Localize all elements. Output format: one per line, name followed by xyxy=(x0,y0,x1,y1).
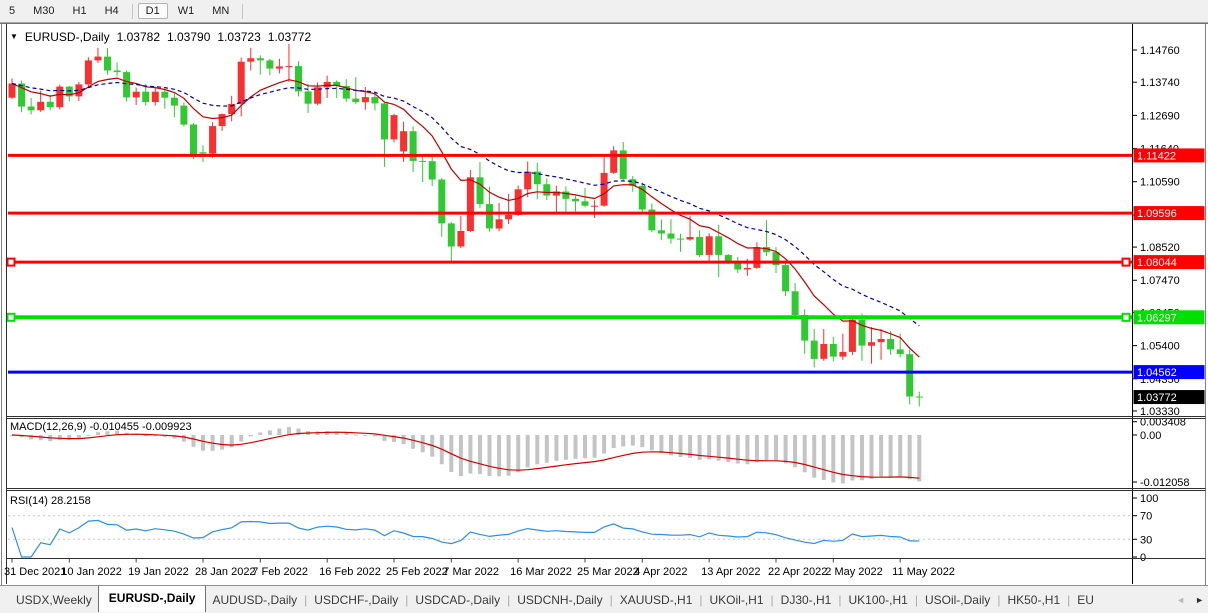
rsi-axis-label: 100 xyxy=(1140,493,1158,505)
date-axis-label: 10 Jan 2022 xyxy=(61,566,122,578)
date-axis-label: 13 Apr 2022 xyxy=(701,566,760,578)
chart-tab-usdx-weekly[interactable]: USDX,Weekly xyxy=(10,589,98,611)
chart-tab-usoil-daily[interactable]: USOil-,Daily xyxy=(919,589,996,611)
price-axis-label: 1.14760 xyxy=(1140,45,1180,57)
price-axis-label: 1.12690 xyxy=(1140,110,1180,122)
timeframe-button-D1[interactable]: D1 xyxy=(138,3,168,19)
date-axis-label: 16 Mar 2022 xyxy=(510,566,572,578)
price-axis-label: 1.07470 xyxy=(1140,275,1180,287)
date-axis-label: 7 Feb 2022 xyxy=(252,566,308,578)
date-axis-label: 2 May 2022 xyxy=(825,566,882,578)
chart-symbol-period: EURUSD-,Daily xyxy=(25,30,110,44)
price-axis-label: 1.10590 xyxy=(1140,177,1180,189)
rsi-axis-label: 30 xyxy=(1140,534,1152,546)
hline-handle[interactable] xyxy=(8,259,15,266)
timeframe-button-5[interactable]: 5 xyxy=(1,3,23,19)
macd-indicator-values: -0.010455 -0.009923 xyxy=(89,421,191,433)
date-axis-label: 19 Jan 2022 xyxy=(128,566,189,578)
axis-price-box-1.09596-text: 1.09596 xyxy=(1137,208,1177,220)
rsi-axis-label: 70 xyxy=(1140,511,1152,523)
price-axis-label: 1.13740 xyxy=(1140,77,1180,89)
date-axis-label: 25 Feb 2022 xyxy=(386,566,448,578)
rsi-indicator-name: RSI(14) xyxy=(10,495,48,507)
macd-pane-label: MACD(12,26,9) -0.010455 -0.009923 xyxy=(10,421,192,433)
chart-tab-usdcad-daily[interactable]: USDCAD-,Daily xyxy=(409,589,506,611)
price-axis-label: 1.05400 xyxy=(1140,341,1180,353)
chart-tab-audusd-daily[interactable]: AUDUSD-,Daily xyxy=(206,589,303,611)
chart-tab-ukoil-h1[interactable]: UKOil-,H1 xyxy=(704,589,770,611)
axis-price-box-1.06297-text: 1.06297 xyxy=(1137,312,1177,324)
chart-tab-uk100-h1[interactable]: UK100-,H1 xyxy=(842,589,913,611)
axis-price-box-1.11422-text: 1.11422 xyxy=(1137,150,1176,162)
timeframe-button-H4[interactable]: H4 xyxy=(97,3,127,19)
chart-tab-hk50-h1[interactable]: HK50-,H1 xyxy=(1001,589,1066,611)
chart-tab-usdchf-daily[interactable]: USDCHF-,Daily xyxy=(308,589,404,611)
chart-high-value: 1.03790 xyxy=(167,30,210,44)
chart-tab-xauusd-h1[interactable]: XAUUSD-,H1 xyxy=(614,589,699,611)
rsi-pane-label: RSI(14) 28.2158 xyxy=(10,495,91,507)
hline-handle[interactable] xyxy=(1123,314,1130,321)
chart-tab-bar: USDX,WeeklyEURUSD-,DailyAUDUSD-,Daily|US… xyxy=(0,585,1208,613)
date-axis-label: 4 Apr 2022 xyxy=(634,566,687,578)
macd-axis-label: 0.00 xyxy=(1140,430,1161,442)
date-axis-label: 16 Feb 2022 xyxy=(319,566,381,578)
chart-title: ▼ EURUSD-,Daily 1.03782 1.03790 1.03723 … xyxy=(10,30,311,44)
date-axis-label: 25 Mar 2022 xyxy=(577,566,639,578)
chart-tab-dj30-h1[interactable]: DJ30-,H1 xyxy=(775,589,838,611)
current-price-box-text: 1.03772 xyxy=(1137,392,1177,404)
rsi-indicator-value: 28.2158 xyxy=(51,495,91,507)
timeframe-button-M30[interactable]: M30 xyxy=(25,3,62,19)
date-axis-label: 22 Apr 2022 xyxy=(768,566,827,578)
chart-window: 1.147601.137401.126901.116401.105901.095… xyxy=(0,23,1208,585)
timeframe-toolbar: 5M30H1H4 D1W1MN xyxy=(0,0,1208,23)
tab-scroll-left-icon[interactable]: ◄ xyxy=(1176,595,1185,605)
tab-scroll-arrows: ◄ ► xyxy=(1170,586,1204,613)
hline-handle[interactable] xyxy=(1123,259,1130,266)
price-axis-label: 1.08520 xyxy=(1140,242,1180,254)
hline-handle[interactable] xyxy=(8,314,15,321)
date-axis-label: 11 May 2022 xyxy=(892,566,955,578)
macd-axis-label: -0.012058 xyxy=(1140,477,1190,489)
axis-price-box-1.04562-text: 1.04562 xyxy=(1137,367,1177,379)
chart-tab-eu[interactable]: EU xyxy=(1071,589,1100,611)
date-axis-label: 31 Dec 2021 xyxy=(4,566,66,578)
toolbar-separator xyxy=(132,4,133,19)
tab-scroll-right-icon[interactable]: ► xyxy=(1195,595,1204,605)
chart-tab-eurusd-daily[interactable]: EURUSD-,Daily xyxy=(98,585,207,612)
axis-price-box-1.08044-text: 1.08044 xyxy=(1137,257,1177,269)
chart-canvas[interactable]: 1.147601.137401.126901.116401.105901.095… xyxy=(0,23,1208,585)
macd-indicator-name: MACD(12,26,9) xyxy=(10,421,86,433)
chart-tab-usdcnh-daily[interactable]: USDCNH-,Daily xyxy=(511,589,608,611)
timeframe-button-H1[interactable]: H1 xyxy=(65,3,95,19)
timeframe-button-MN[interactable]: MN xyxy=(204,3,237,19)
toolbar-separator xyxy=(242,4,243,19)
chart-close-value: 1.03772 xyxy=(268,30,311,44)
date-axis-label: 28 Jan 2022 xyxy=(195,566,256,578)
chart-low-value: 1.03723 xyxy=(217,30,260,44)
date-axis-label: 7 Mar 2022 xyxy=(443,566,499,578)
timeframe-button-W1[interactable]: W1 xyxy=(170,3,203,19)
one-click-trading-icon[interactable]: ▼ xyxy=(10,33,18,41)
chart-open-value: 1.03782 xyxy=(117,30,160,44)
